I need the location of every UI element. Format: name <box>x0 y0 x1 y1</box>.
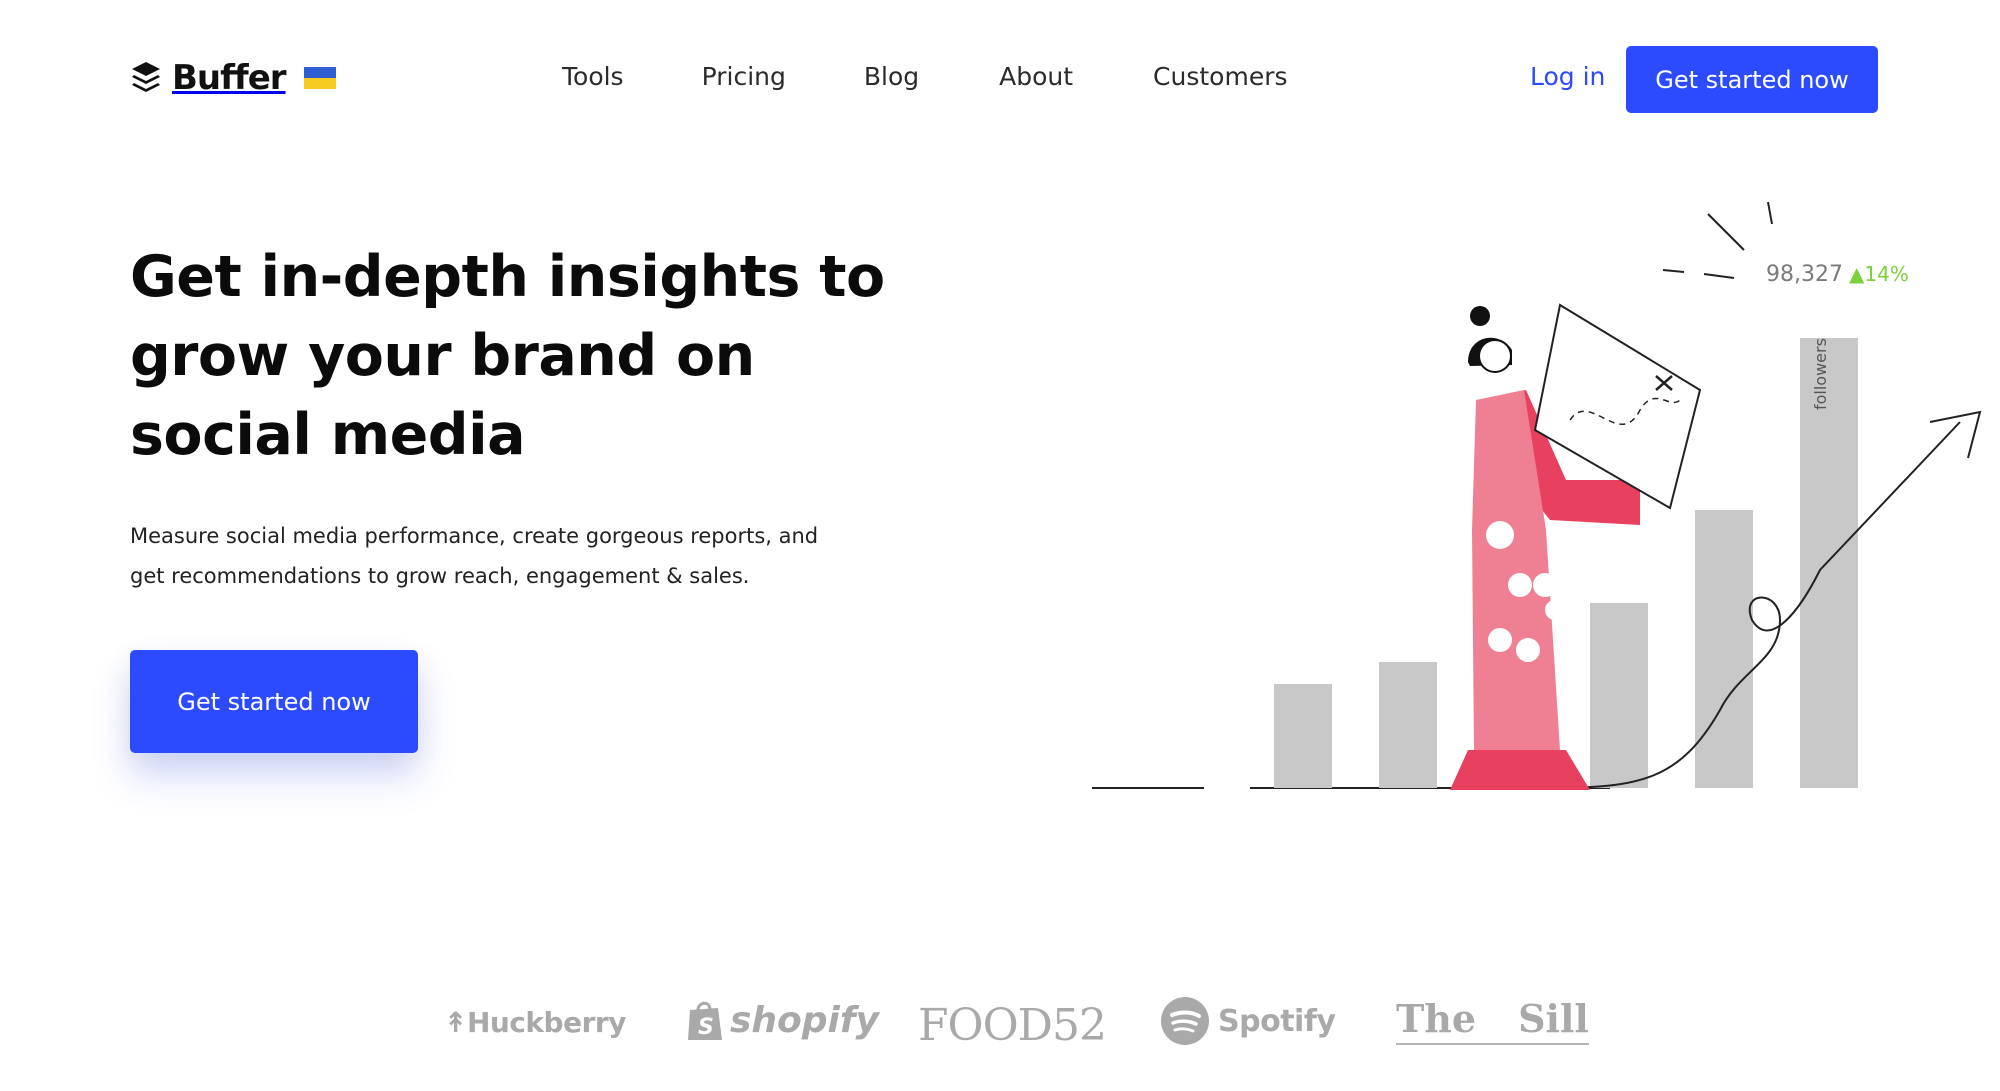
follower-stat: 98,327 ▲14% <box>1766 262 1909 287</box>
get-started-hero-button[interactable]: Get started now <box>130 650 418 753</box>
follower-count: 98,327 <box>1766 262 1843 287</box>
buffer-logo-icon <box>132 62 160 92</box>
nav-about[interactable]: About <box>999 62 1073 91</box>
followers-bar-label: followers <box>1811 338 1830 410</box>
logo-text: Buffer <box>172 58 287 98</box>
spotify-icon <box>1161 997 1209 1045</box>
login-link[interactable]: Log in <box>1530 62 1605 91</box>
site-header: Buffer Tools Pricing Blog About Customer… <box>0 0 2000 160</box>
nav-customers[interactable]: Customers <box>1153 62 1287 91</box>
arrow-head <box>1929 410 1982 459</box>
shopify-bag-icon: S <box>688 1001 722 1040</box>
hero-subtitle: Measure social media performance, create… <box>130 524 819 588</box>
main-nav: Tools Pricing Blog About Customers <box>562 62 1288 91</box>
spotify-logo: Spotify <box>1160 996 1336 1046</box>
get-started-header-button[interactable]: Get started now <box>1626 46 1878 113</box>
bar-1 <box>1274 684 1332 788</box>
ukraine-flag-icon <box>303 67 336 89</box>
food52-logo: FOOD52 <box>918 1000 1107 1051</box>
huckberry-tree-icon: ↟ <box>444 1006 467 1039</box>
huckberry-logo: ↟ Huckberry <box>444 1006 626 1039</box>
the-sill-logo: The Sill <box>1396 996 1589 1045</box>
nav-tools[interactable]: Tools <box>562 62 624 91</box>
person-figure <box>1450 303 1702 790</box>
hero-title: Get in-depth insights to grow your brand… <box>130 244 885 468</box>
nav-blog[interactable]: Blog <box>864 62 919 91</box>
svg-text:S: S <box>698 1015 714 1040</box>
shopify-logo: S shopify <box>684 998 879 1042</box>
nav-pricing[interactable]: Pricing <box>702 62 786 91</box>
bar-2 <box>1379 662 1437 788</box>
follower-change: ▲14% <box>1848 262 1909 286</box>
buffer-logo[interactable]: Buffer <box>130 58 336 98</box>
bar-4 <box>1695 510 1753 788</box>
bar-3 <box>1590 603 1648 788</box>
